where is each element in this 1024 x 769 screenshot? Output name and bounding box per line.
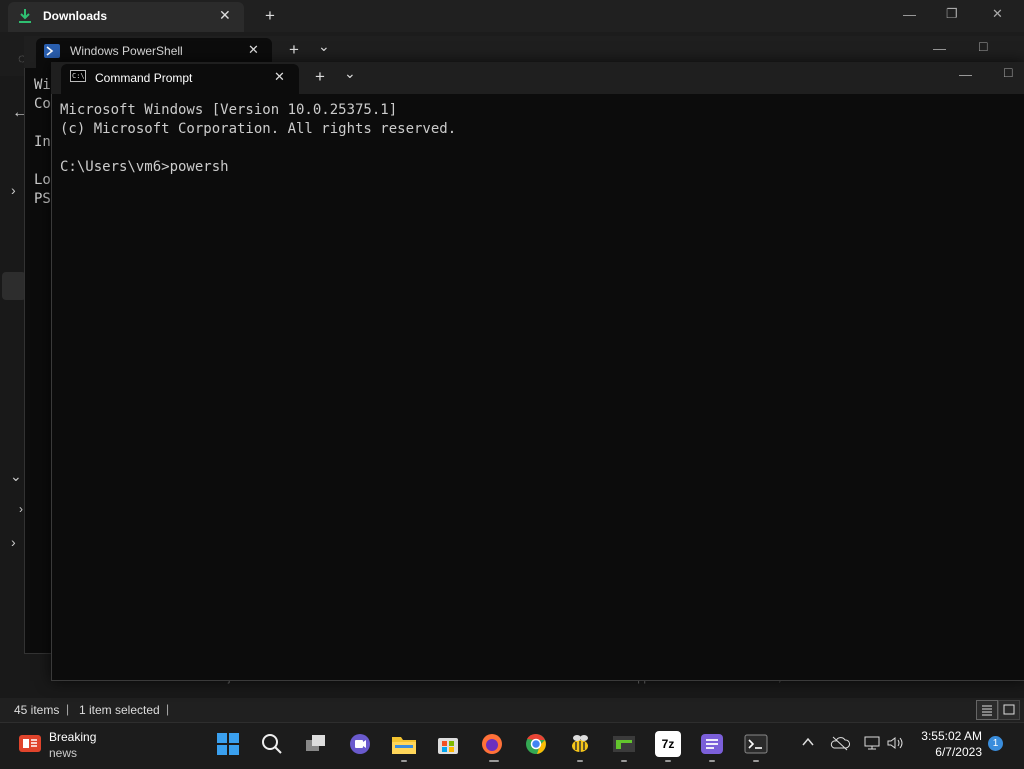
task-view-button[interactable]	[303, 731, 329, 757]
search-button[interactable]	[259, 731, 285, 757]
running-indicator	[489, 760, 499, 762]
command-prompt-maximize-button[interactable]: □	[1004, 64, 1012, 80]
green-app-button[interactable]	[611, 731, 637, 757]
firefox-icon	[482, 734, 502, 754]
purple-app-button[interactable]	[699, 731, 725, 757]
search-icon	[262, 734, 282, 754]
running-indicator	[621, 760, 627, 762]
running-indicator	[401, 760, 407, 762]
chevron-up-icon	[802, 737, 814, 746]
powershell-minimize-button[interactable]: —	[933, 41, 946, 56]
details-view-icon	[982, 705, 992, 716]
clock-time: 3:55:02 AM	[921, 729, 982, 743]
explorer-minimize-button[interactable]: —	[903, 7, 916, 22]
volume-icon	[887, 737, 903, 749]
powershell-maximize-button[interactable]: □	[979, 38, 987, 54]
news-icon	[23, 739, 37, 748]
notes-app-icon	[701, 734, 723, 754]
explorer-close-button[interactable]: ✕	[992, 6, 1003, 22]
running-indicator	[577, 760, 583, 762]
7zip-button[interactable]: 7z	[655, 731, 681, 757]
chrome-button[interactable]	[523, 731, 549, 757]
windows-logo-icon	[217, 733, 239, 755]
7zip-icon: 7z	[661, 737, 675, 751]
green-app-icon	[613, 736, 635, 752]
volume-button[interactable]	[886, 735, 906, 754]
store-icon	[438, 738, 458, 754]
download-icon	[19, 9, 31, 23]
start-button[interactable]	[215, 731, 241, 757]
status-separator: |	[66, 702, 70, 716]
terminal-icon	[744, 734, 768, 754]
command-prompt-icon: C:\	[70, 70, 86, 82]
status-separator: |	[166, 702, 170, 716]
item-count: 45 items	[14, 703, 60, 717]
command-prompt-tab-title: Command Prompt	[95, 71, 193, 85]
explorer-navigation-pane	[0, 76, 26, 656]
news-widget-icon[interactable]	[19, 735, 41, 752]
news-widget[interactable]: Breaking news	[49, 729, 96, 761]
powershell-dropdown-button[interactable]: ⌄	[318, 38, 330, 55]
show-hidden-icons-button[interactable]	[801, 735, 815, 752]
explorer-tab-close-icon[interactable]: ✕	[219, 7, 231, 24]
news-widget-title: Breaking	[49, 730, 97, 744]
command-prompt-dropdown-button[interactable]: ⌄	[344, 65, 356, 82]
task-view-icon	[306, 735, 325, 751]
powershell-tab-title: Windows PowerShell	[70, 44, 183, 58]
bee-icon	[572, 735, 588, 752]
powershell-icon	[44, 44, 60, 58]
firefox-button[interactable]	[479, 731, 505, 757]
folder-icon	[392, 737, 416, 754]
cloud-offline-button[interactable]	[830, 735, 850, 754]
chat-icon	[350, 734, 370, 754]
terminal-taskbar-button[interactable]	[743, 731, 769, 757]
notification-badge[interactable]: 1	[988, 736, 1003, 751]
network-icon	[864, 736, 880, 750]
powershell-output[interactable]: Wi Co In Lo PS	[34, 76, 51, 209]
nav-expand-chevron-icon[interactable]: ›	[19, 502, 23, 516]
command-prompt-new-tab-button[interactable]: +	[315, 67, 325, 87]
explorer-statusbar: 45 items | 1 item selected |	[0, 698, 1024, 722]
cloud-offline-icon	[830, 736, 850, 751]
explorer-new-tab-button[interactable]: +	[265, 6, 275, 26]
store-button[interactable]	[435, 731, 461, 757]
explorer-restore-button[interactable]: ❐	[946, 6, 958, 22]
network-button[interactable]	[862, 735, 882, 754]
command-prompt-tab-close-icon[interactable]: ✕	[274, 69, 285, 85]
tiles-view-button[interactable]	[998, 700, 1020, 720]
nav-expand-chevron-icon[interactable]: ›	[11, 534, 16, 550]
bee-app-button[interactable]	[567, 731, 593, 757]
chrome-icon	[526, 733, 546, 754]
selection-count: 1 item selected	[79, 703, 160, 717]
nav-expand-chevron-icon[interactable]: ›	[11, 182, 16, 198]
nav-collapse-chevron-icon[interactable]: ⌄	[10, 468, 22, 485]
command-prompt-output[interactable]: Microsoft Windows [Version 10.0.25375.1]…	[60, 101, 456, 177]
explorer-tab-title: Downloads	[43, 9, 108, 23]
details-view-button[interactable]	[976, 700, 998, 720]
powershell-new-tab-button[interactable]: +	[289, 40, 299, 60]
running-indicator	[753, 760, 759, 762]
command-prompt-minimize-button[interactable]: —	[959, 67, 972, 82]
file-explorer-taskbar-button[interactable]	[391, 731, 417, 757]
running-indicator	[709, 760, 715, 762]
running-indicator	[665, 760, 671, 762]
clock[interactable]: 3:55:02 AM 6/7/2023	[914, 728, 982, 760]
chat-button[interactable]	[347, 731, 373, 757]
tiles-view-icon	[1003, 704, 1015, 715]
clock-date: 6/7/2023	[935, 745, 982, 759]
nav-selected-item[interactable]	[2, 272, 26, 300]
powershell-tab-close-icon[interactable]: ✕	[248, 42, 259, 58]
news-widget-subtitle: news	[49, 746, 78, 760]
